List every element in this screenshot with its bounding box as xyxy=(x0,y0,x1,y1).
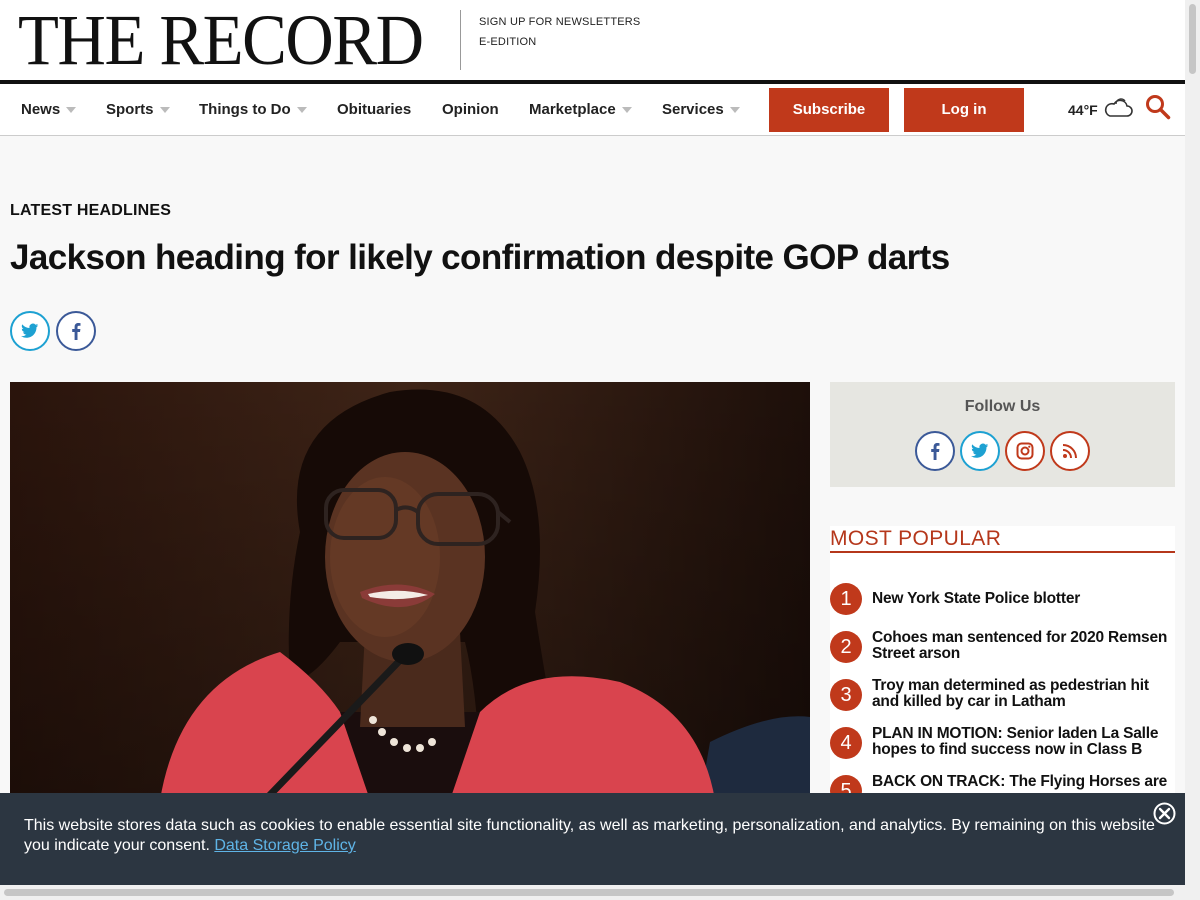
caret-down-icon xyxy=(621,107,632,114)
popular-item-title[interactable]: BACK ON TRACK: The Flying Horses are xyxy=(872,774,1175,790)
caret-down-icon xyxy=(159,107,170,114)
cookie-message: This website stores data such as cookies… xyxy=(24,816,1164,856)
facebook-icon xyxy=(72,322,81,340)
masthead-divider xyxy=(460,10,461,70)
nav-item-label: Sports xyxy=(106,101,154,118)
article-photo-illustration xyxy=(10,382,810,800)
share-twitter-button[interactable] xyxy=(10,311,50,351)
popular-item-title[interactable]: Troy man determined as pedestrian hit an… xyxy=(872,678,1175,710)
nav-item-label: Things to Do xyxy=(199,101,291,118)
e-edition-link[interactable]: E-EDITION xyxy=(479,32,640,52)
nav-item-services[interactable]: Services xyxy=(662,99,740,121)
popular-item-title[interactable]: PLAN IN MOTION: Senior laden La Salle ho… xyxy=(872,726,1175,758)
article-headline: Jackson heading for likely confirmation … xyxy=(10,238,950,277)
nav-item-news[interactable]: News xyxy=(21,99,77,121)
data-storage-policy-link[interactable]: Data Storage Policy xyxy=(214,837,355,854)
main-nav: News Sports Things to Do Obituaries Opin… xyxy=(0,80,1185,136)
nav-item-obituaries[interactable]: Obituaries xyxy=(337,99,411,121)
nav-item-label: Marketplace xyxy=(529,101,616,118)
masthead: THE RECORD SIGN UP FOR NEWSLETTERS E-EDI… xyxy=(0,0,1185,80)
most-popular: MOST POPULAR 1 New York State Police blo… xyxy=(830,526,1175,807)
vertical-scrollbar-thumb[interactable] xyxy=(1189,4,1196,74)
facebook-icon xyxy=(931,442,940,460)
caret-down-icon xyxy=(729,107,740,114)
caret-down-icon xyxy=(66,107,77,114)
weather-temperature[interactable]: 44°F xyxy=(1068,99,1098,121)
follow-us-box: Follow Us xyxy=(830,382,1175,487)
share-facebook-button[interactable] xyxy=(56,311,96,351)
cookie-message-text: This website stores data such as cookies… xyxy=(24,817,1155,854)
follow-twitter-button[interactable] xyxy=(960,431,1000,471)
popular-item-title[interactable]: New York State Police blotter xyxy=(872,591,1175,607)
cloud-icon[interactable] xyxy=(1103,96,1133,120)
nav-item-marketplace[interactable]: Marketplace xyxy=(529,99,632,121)
twitter-icon xyxy=(21,323,39,338)
nav-item-label: Obituaries xyxy=(337,101,412,118)
twitter-icon xyxy=(971,443,989,458)
horizontal-scrollbar-thumb[interactable] xyxy=(4,889,1174,896)
popular-rank-badge: 1 xyxy=(830,583,862,615)
site-logo[interactable]: THE RECORD xyxy=(18,4,424,76)
rss-icon xyxy=(1062,444,1077,459)
cookie-banner: This website stores data such as cookies… xyxy=(0,793,1185,885)
vertical-scrollbar[interactable] xyxy=(1185,0,1200,900)
nav-item-label: Services xyxy=(662,101,724,118)
nav-item-sports[interactable]: Sports xyxy=(106,99,170,121)
caret-down-icon xyxy=(296,107,307,114)
section-label[interactable]: LATEST HEADLINES xyxy=(10,202,171,220)
nav-item-label: News xyxy=(21,101,61,118)
popular-rank-badge: 2 xyxy=(830,631,862,663)
nav-item-things-to-do[interactable]: Things to Do xyxy=(199,99,307,121)
nav-item-opinion[interactable]: Opinion xyxy=(442,99,499,121)
follow-us-title: Follow Us xyxy=(964,398,1041,415)
popular-rank-badge: 3 xyxy=(830,679,862,711)
newsletter-signup-link[interactable]: SIGN UP FOR NEWSLETTERS xyxy=(479,12,640,32)
instagram-icon xyxy=(1016,442,1034,460)
article-photo[interactable] xyxy=(10,382,810,800)
follow-facebook-button[interactable] xyxy=(915,431,955,471)
close-icon[interactable] xyxy=(1152,801,1177,826)
popular-item-title[interactable]: Cohoes man sentenced for 2020 Remsen Str… xyxy=(872,630,1175,662)
most-popular-title: MOST POPULAR xyxy=(830,526,1175,553)
follow-rss-button[interactable] xyxy=(1050,431,1090,471)
popular-rank-badge: 4 xyxy=(830,727,862,759)
follow-instagram-button[interactable] xyxy=(1005,431,1045,471)
nav-item-label: Opinion xyxy=(442,101,499,118)
horizontal-scrollbar[interactable] xyxy=(0,885,1185,900)
masthead-links: SIGN UP FOR NEWSLETTERS E-EDITION xyxy=(479,12,640,52)
subscribe-button[interactable]: Subscribe xyxy=(769,88,889,132)
login-button[interactable]: Log in xyxy=(904,88,1024,132)
search-icon[interactable] xyxy=(1145,94,1171,120)
